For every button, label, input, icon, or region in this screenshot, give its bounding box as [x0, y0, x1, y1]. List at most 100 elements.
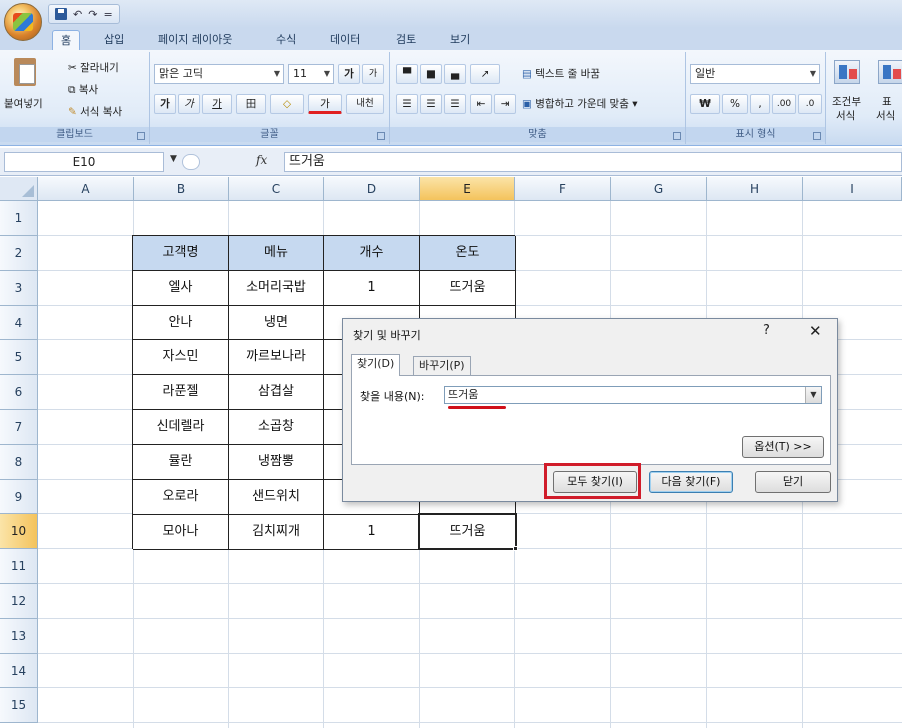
- align-middle-button[interactable]: ■: [420, 64, 442, 84]
- table-cell[interactable]: 자스민: [133, 340, 229, 375]
- row-header-12[interactable]: 12: [0, 584, 38, 619]
- find-next-button[interactable]: 다음 찾기(F): [649, 471, 733, 493]
- font-name-combo[interactable]: 맑은 고딕 ▼: [154, 64, 284, 84]
- table-header-cell[interactable]: 온도: [420, 236, 516, 271]
- table-cell[interactable]: 냉짬뽕: [229, 445, 324, 480]
- table-cell[interactable]: 소머리국밥: [229, 271, 324, 306]
- border-button[interactable]: 田: [236, 94, 266, 114]
- phonetic-button[interactable]: 내천: [346, 94, 384, 114]
- table-cell[interactable]: 1: [324, 271, 420, 306]
- row-header-10[interactable]: 10: [0, 514, 38, 549]
- row-header-7[interactable]: 7: [0, 410, 38, 445]
- find-what-input[interactable]: 뜨거움 ▼: [444, 386, 822, 404]
- row-header-14[interactable]: 14: [0, 654, 38, 688]
- select-all-corner[interactable]: [0, 177, 38, 201]
- table-cell[interactable]: 엘사: [133, 271, 229, 306]
- column-header-b[interactable]: B: [134, 177, 229, 201]
- alignment-launcher-icon[interactable]: [673, 132, 681, 140]
- row-header-9[interactable]: 9: [0, 480, 38, 514]
- office-button[interactable]: [4, 3, 42, 41]
- insert-function-icon[interactable]: fx: [256, 153, 267, 167]
- decrease-indent-button[interactable]: ⇤: [470, 94, 492, 114]
- decrease-decimal-button[interactable]: .0: [798, 94, 822, 114]
- table-cell[interactable]: 까르보나라: [229, 340, 324, 375]
- column-header-i[interactable]: I: [803, 177, 902, 201]
- bold-button[interactable]: 가: [154, 94, 176, 114]
- column-header-c[interactable]: C: [229, 177, 324, 201]
- table-cell[interactable]: 삼겹살: [229, 375, 324, 410]
- table-cell[interactable]: 오로라: [133, 480, 229, 515]
- table-header-cell[interactable]: 개수: [324, 236, 420, 271]
- column-header-d[interactable]: D: [324, 177, 420, 201]
- tab-page-layout[interactable]: 페이지 레이아웃: [150, 30, 240, 50]
- increase-decimal-button[interactable]: .00: [772, 94, 796, 114]
- undo-icon[interactable]: ↶: [73, 8, 82, 21]
- comma-button[interactable]: ,: [750, 94, 770, 114]
- conditional-format-icon[interactable]: [834, 60, 860, 84]
- orientation-button[interactable]: ↗: [470, 64, 500, 84]
- conditional-format-button[interactable]: 조건부: [832, 94, 861, 109]
- underline-button[interactable]: 가: [202, 94, 232, 114]
- align-center-button[interactable]: ☰: [420, 94, 442, 114]
- shrink-font-button[interactable]: 가: [362, 64, 384, 84]
- tab-formulas[interactable]: 수식: [268, 30, 304, 50]
- row-header-4[interactable]: 4: [0, 306, 38, 340]
- align-left-button[interactable]: ☰: [396, 94, 418, 114]
- table-cell[interactable]: 안나: [133, 306, 229, 340]
- column-header-h[interactable]: H: [707, 177, 803, 201]
- italic-button[interactable]: 가: [178, 94, 200, 114]
- grow-font-button[interactable]: 가: [338, 64, 360, 84]
- row-header-6[interactable]: 6: [0, 375, 38, 410]
- align-top-button[interactable]: ▀: [396, 64, 418, 84]
- align-right-button[interactable]: ☰: [444, 94, 466, 114]
- table-cell[interactable]: 냉면: [229, 306, 324, 340]
- row-header-15[interactable]: 15: [0, 688, 38, 723]
- tab-review[interactable]: 검토: [388, 30, 424, 50]
- column-header-g[interactable]: G: [611, 177, 707, 201]
- font-size-combo[interactable]: 11 ▼: [288, 64, 334, 84]
- name-box[interactable]: E10: [4, 152, 164, 172]
- fill-color-button[interactable]: ◇: [270, 94, 304, 114]
- table-header-cell[interactable]: 고객명: [133, 236, 229, 271]
- customize-qat-icon[interactable]: =: [103, 8, 112, 21]
- table-cell[interactable]: 모아나: [133, 515, 229, 550]
- tab-replace[interactable]: 바꾸기(P): [413, 356, 471, 376]
- increase-indent-button[interactable]: ⇥: [494, 94, 516, 114]
- tab-view[interactable]: 보기: [442, 30, 478, 50]
- table-cell[interactable]: 샌드위치: [229, 480, 324, 515]
- paste-button[interactable]: 붙여넣기: [4, 96, 43, 111]
- table-cell[interactable]: 뜨거움: [420, 271, 516, 306]
- table-header-cell[interactable]: 메뉴: [229, 236, 324, 271]
- save-icon[interactable]: [55, 8, 67, 20]
- format-painter-button[interactable]: ✎ 서식 복사: [68, 104, 122, 119]
- wrap-text-button[interactable]: ▤ 텍스트 줄 바꿈: [522, 66, 600, 81]
- table-cell[interactable]: 뮬란: [133, 445, 229, 480]
- font-launcher-icon[interactable]: [377, 132, 385, 140]
- number-launcher-icon[interactable]: [813, 132, 821, 140]
- font-color-button[interactable]: 가: [308, 94, 342, 114]
- row-header-5[interactable]: 5: [0, 340, 38, 375]
- chevron-down-icon[interactable]: ▼: [170, 154, 177, 164]
- table-cell[interactable]: 소곱창: [229, 410, 324, 445]
- column-header-f[interactable]: F: [515, 177, 611, 201]
- fill-handle[interactable]: [513, 546, 518, 551]
- tab-insert[interactable]: 삽입: [96, 30, 132, 50]
- chevron-down-icon[interactable]: ▼: [805, 387, 821, 403]
- currency-button[interactable]: ₩: [690, 94, 720, 114]
- clipboard-launcher-icon[interactable]: [137, 132, 145, 140]
- table-cell[interactable]: 1: [324, 515, 420, 550]
- row-header-3[interactable]: 3: [0, 271, 38, 306]
- tab-data[interactable]: 데이터: [322, 30, 368, 50]
- tab-home[interactable]: 홈: [52, 30, 81, 50]
- merge-center-button[interactable]: ▣ 병합하고 가운데 맞춤 ▾: [522, 96, 638, 111]
- align-bottom-button[interactable]: ▄: [444, 64, 466, 84]
- column-header-a[interactable]: A: [38, 177, 134, 201]
- format-as-table-icon[interactable]: [878, 60, 902, 84]
- help-icon[interactable]: ?: [763, 323, 770, 338]
- cut-button[interactable]: ✂ 잘라내기: [68, 60, 119, 75]
- format-as-table-button[interactable]: 표: [882, 94, 892, 109]
- number-format-combo[interactable]: 일반 ▼: [690, 64, 820, 84]
- tab-find[interactable]: 찾기(D): [351, 354, 401, 376]
- table-cell[interactable]: 신데렐라: [133, 410, 229, 445]
- formula-input[interactable]: 뜨거움: [284, 152, 902, 172]
